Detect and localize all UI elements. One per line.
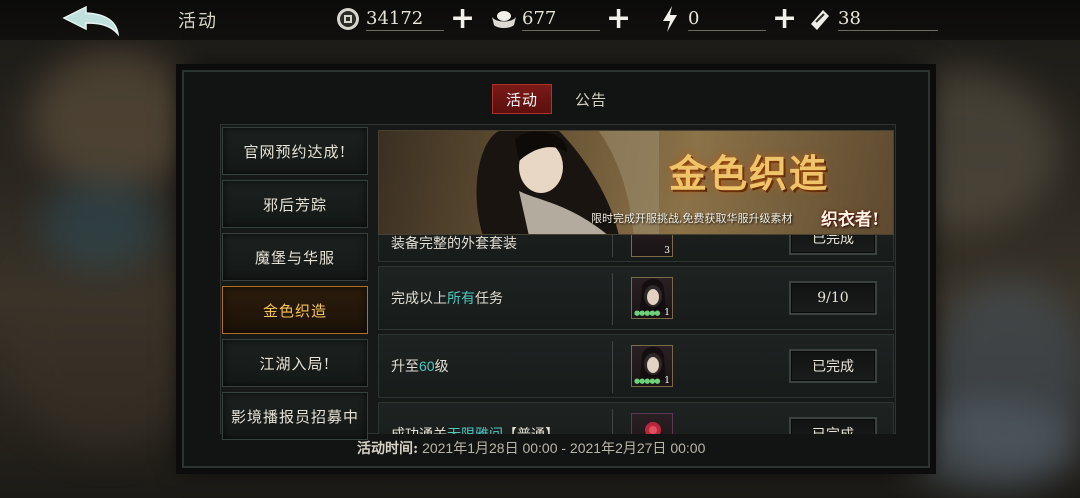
add-energy-button[interactable]: + xyxy=(772,4,797,34)
screen-title: 活动 xyxy=(178,11,218,32)
resource-silver: 677 + xyxy=(490,4,631,34)
ticket-icon xyxy=(806,5,834,33)
task-status-button[interactable]: 已完成 xyxy=(789,417,877,434)
banner-brand: 织衣者! xyxy=(821,210,880,230)
back-button[interactable] xyxy=(56,4,126,38)
task-row: 升至60级 ●●●●● 1 已完成 xyxy=(378,334,894,398)
add-coin-button[interactable]: + xyxy=(450,4,475,34)
flower-item-icon xyxy=(645,422,661,434)
task-row: 完成以上所有任务 ●●●●● 1 9/10 xyxy=(378,266,894,330)
reward-item[interactable]: ●●●●● 1 xyxy=(631,277,673,319)
sidebar-item-recruit[interactable]: 影境播报员招募中 xyxy=(222,392,368,440)
sidebar-item-castle-costume[interactable]: 魔堡与华服 xyxy=(222,233,368,281)
top-bar: 活动 34172 + 677 + 0 + 38 xyxy=(0,0,1080,40)
panel-tabs: 活动 公告 xyxy=(492,84,620,114)
activity-content: 金色织造 限时完成开服挑战,免费获取华服升级素材 织衣者! 装备完整的外套套装 … xyxy=(376,126,896,434)
activity-time-range: 2021年1月28日 00:00 - 2021年2月27日 00:00 xyxy=(422,440,706,456)
tab-announcement[interactable]: 公告 xyxy=(562,84,620,114)
tab-activity[interactable]: 活动 xyxy=(492,84,553,114)
task-status-button[interactable]: 9/10 xyxy=(789,281,877,315)
sidebar-item-official-reservation[interactable]: 官网预约达成! xyxy=(222,127,368,175)
task-description: 装备完整的外套套装 xyxy=(391,235,517,251)
resource-coin: 34172 + xyxy=(334,4,475,34)
add-silver-button[interactable]: + xyxy=(606,4,631,34)
activity-panel: 活动 公告 官网预约达成! 邪后芳踪 魔堡与华服 金色织造 江湖入局! 影境播报… xyxy=(182,70,930,468)
reward-item[interactable] xyxy=(631,413,673,434)
lightning-icon xyxy=(656,5,684,33)
banner-title: 金色织造 xyxy=(669,151,830,196)
task-description: 成功通关无限雅间【普通】 xyxy=(391,426,559,434)
sidebar-item-evil-queen[interactable]: 邪后芳踪 xyxy=(222,180,368,228)
reward-count: 1 xyxy=(664,376,670,386)
reward-item[interactable]: ●●●●● 1 xyxy=(631,345,673,387)
task-row: 成功通关无限雅间【普通】 已完成 xyxy=(378,402,894,434)
star-dots-icon: ●●●●● xyxy=(634,377,661,385)
resource-ticket: 38 xyxy=(806,4,938,34)
task-description: 完成以上所有任务 xyxy=(391,290,503,306)
reward-count: 1 xyxy=(664,308,670,318)
event-banner: 金色织造 限时完成开服挑战,免费获取华服升级素材 织衣者! xyxy=(378,130,894,235)
ticket-value: 38 xyxy=(838,8,938,31)
coin-value: 34172 xyxy=(366,8,444,31)
silver-ingot-icon xyxy=(490,5,518,33)
activity-time-label: 活动时间: xyxy=(357,441,419,457)
activity-time: 活动时间: 2021年1月28日 00:00 - 2021年2月27日 00:0… xyxy=(357,438,705,458)
banner-subtitle: 限时完成开服挑战,免费获取华服升级素材 xyxy=(591,212,793,225)
star-dots-icon: ●●●●● xyxy=(634,309,661,317)
sidebar-item-jianghu[interactable]: 江湖入局! xyxy=(222,339,368,387)
resource-energy: 0 + xyxy=(656,4,797,34)
coin-icon xyxy=(334,5,362,33)
activity-sidebar: 官网预约达成! 邪后芳踪 魔堡与华服 金色织造 江湖入局! 影境播报员招募中 xyxy=(222,127,370,445)
task-status-button[interactable]: 已完成 xyxy=(789,349,877,383)
silver-value: 677 xyxy=(522,8,600,31)
task-description: 升至60级 xyxy=(391,358,449,374)
sidebar-item-golden-weaving[interactable]: 金色织造 xyxy=(222,286,368,334)
back-arrow-icon xyxy=(62,5,120,37)
energy-value: 0 xyxy=(688,8,766,31)
reward-count: 3 xyxy=(664,246,670,256)
